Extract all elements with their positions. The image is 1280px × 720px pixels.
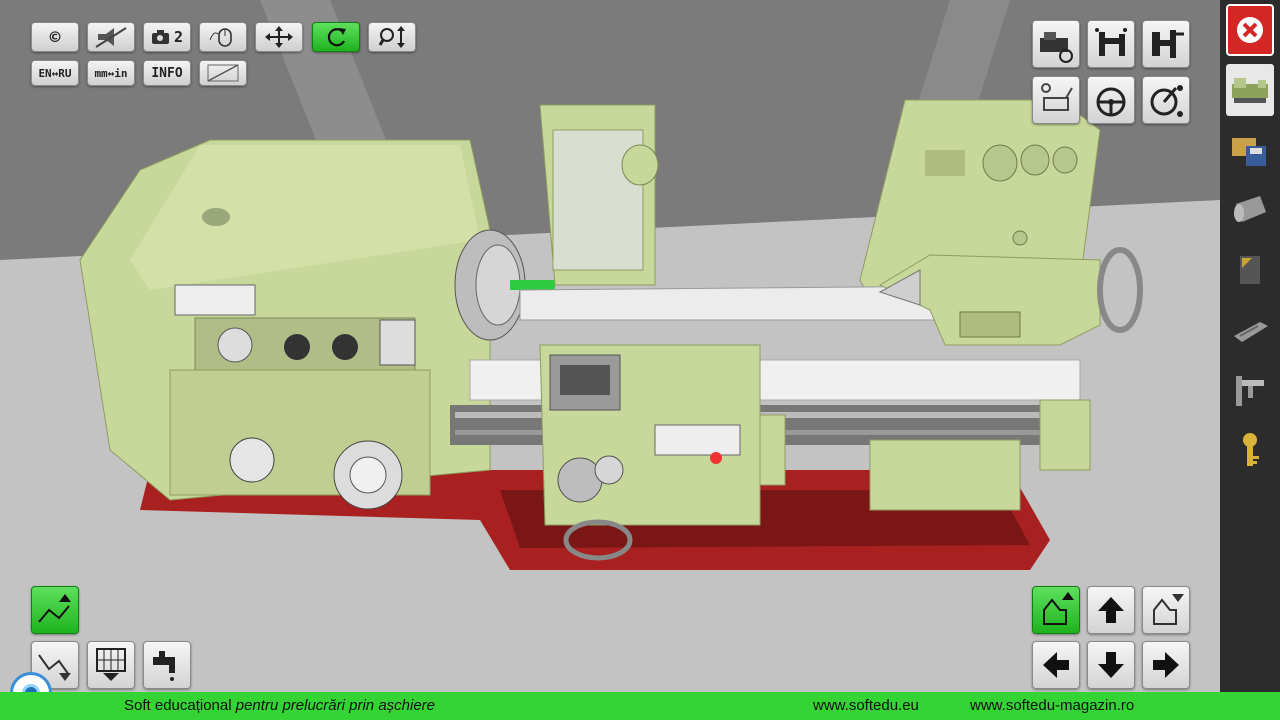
- chuck-up-icon: [1043, 592, 1074, 625]
- steering-wheel-icon: [1096, 87, 1126, 117]
- arrow-left-button[interactable]: [1032, 641, 1080, 689]
- arrow-right-icon: [1153, 652, 1179, 678]
- cylinder-icon: [1234, 196, 1266, 222]
- insert-tool-icon: [1240, 256, 1260, 284]
- arrow-right-button[interactable]: [1142, 641, 1190, 689]
- screen-toggle-button[interactable]: [199, 60, 247, 86]
- footer-tagline: Soft educațional pentru prelucrări prin …: [124, 697, 435, 714]
- language-toggle-button[interactable]: EN↔RU: [31, 60, 79, 86]
- language-label: EN↔RU: [38, 66, 72, 80]
- key-icon: [1243, 433, 1259, 466]
- camera-number: 2: [173, 28, 184, 46]
- camera-view-button[interactable]: 2: [143, 22, 191, 52]
- coolant-button[interactable]: [143, 641, 191, 689]
- units-toggle-button[interactable]: mm↔in: [87, 60, 135, 86]
- sound-toggle-button[interactable]: [87, 22, 135, 52]
- sidebar-item-workpiece[interactable]: [1226, 184, 1274, 236]
- copyright-icon: ©: [49, 26, 61, 48]
- mute-icon: [95, 27, 127, 48]
- footer-link-magazin[interactable]: www.softedu-magazin.ro: [970, 697, 1134, 714]
- drill-bit-icon: [1234, 322, 1268, 342]
- footer-bar: Soft educațional pentru prelucrări prin …: [0, 692, 1280, 720]
- folder-save-icon: [1232, 138, 1266, 166]
- lever-button[interactable]: [1142, 76, 1190, 124]
- zoom-button[interactable]: [368, 22, 416, 52]
- sidebar-item-files[interactable]: [1226, 124, 1274, 176]
- info-label: INFO: [151, 65, 183, 81]
- units-label: mm↔in: [94, 66, 128, 80]
- close-button[interactable]: [1226, 4, 1274, 56]
- chuck-down-button[interactable]: [1142, 586, 1190, 634]
- chuck-up-button[interactable]: [1032, 586, 1080, 634]
- tool-post-icon: [1095, 28, 1127, 56]
- gear-train-button[interactable]: [1032, 76, 1080, 124]
- sidebar-item-lathe[interactable]: [1226, 64, 1274, 116]
- camera-icon: [151, 30, 169, 44]
- screen-icon: [207, 64, 239, 82]
- sidebar-item-drill[interactable]: [1226, 304, 1274, 356]
- arrow-down-icon: [1098, 652, 1124, 678]
- chip-tray-button[interactable]: [87, 641, 135, 689]
- faucet-icon: [153, 651, 175, 681]
- mouse-mode-button[interactable]: [199, 22, 247, 52]
- sidebar-item-key[interactable]: [1226, 424, 1274, 476]
- caliper-icon: [1236, 376, 1264, 406]
- machine-setup-icon: [1040, 32, 1073, 63]
- tool-post-button[interactable]: [1087, 20, 1135, 68]
- rotate-button[interactable]: [312, 22, 360, 52]
- carriage-up-button[interactable]: [31, 586, 79, 634]
- close-icon: [1237, 17, 1263, 43]
- rotate-icon: [327, 28, 346, 47]
- grid-download-icon: [96, 648, 126, 681]
- tailstock-icon: [1152, 30, 1184, 58]
- machine-setup-button[interactable]: [1032, 20, 1080, 68]
- handwheel-button[interactable]: [1087, 76, 1135, 124]
- footer-link-softedu[interactable]: www.softedu.eu: [813, 697, 919, 714]
- sidebar-item-caliper[interactable]: [1226, 364, 1274, 416]
- sidebar-item-insert[interactable]: [1226, 244, 1274, 296]
- chuck-down-icon: [1153, 594, 1184, 625]
- mouse-icon: [209, 28, 232, 47]
- carriage-up-icon: [38, 594, 71, 623]
- lathe-icon: [1232, 78, 1268, 103]
- arrow-down-button[interactable]: [1087, 641, 1135, 689]
- gear-train-icon: [1041, 83, 1073, 111]
- arrow-up-icon: [1098, 597, 1124, 623]
- lever-icon: [1150, 85, 1183, 117]
- tailstock-button[interactable]: [1142, 20, 1190, 68]
- footer-tagline-prefix: Soft educațional: [124, 697, 236, 714]
- footer-tagline-italic: pentru prelucrări prin așchiere: [235, 697, 436, 714]
- copyright-button[interactable]: ©: [31, 22, 79, 52]
- arrow-up-button[interactable]: [1087, 586, 1135, 634]
- arrow-left-icon: [1043, 652, 1069, 678]
- zoom-icon: [378, 26, 405, 48]
- info-button[interactable]: INFO: [143, 60, 191, 86]
- pan-button[interactable]: [255, 22, 303, 52]
- move-arrows-icon: [265, 26, 293, 48]
